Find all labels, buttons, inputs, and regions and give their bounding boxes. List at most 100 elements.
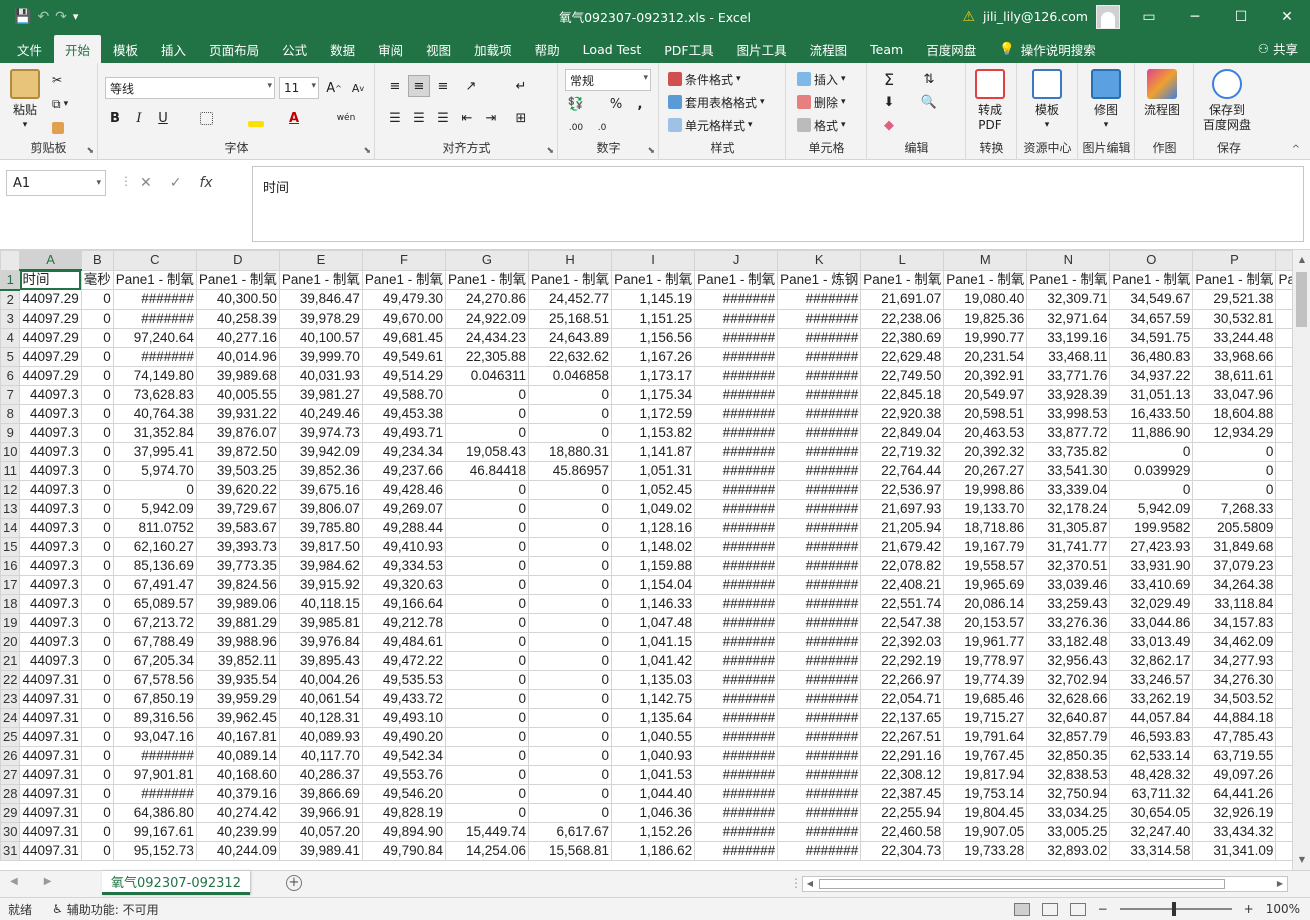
cell[interactable]: 0 xyxy=(80,346,114,367)
cell[interactable]: 0 xyxy=(528,498,613,519)
cell[interactable]: 40,061.54 xyxy=(278,688,363,709)
cell[interactable]: 40,031.93 xyxy=(278,365,363,386)
cell[interactable]: 39,989.41 xyxy=(278,840,363,861)
cell[interactable]: 46,593.83 xyxy=(1109,726,1194,747)
cell[interactable]: 0 xyxy=(80,821,114,842)
sheet-tab[interactable]: 氧气092307-092312 xyxy=(102,871,250,895)
cell[interactable]: 31,051.13 xyxy=(1109,384,1194,405)
cell[interactable]: 37,079.23 xyxy=(1192,555,1277,576)
cell[interactable]: ####### xyxy=(777,498,862,519)
zoom-slider[interactable] xyxy=(1119,902,1232,916)
cell[interactable]: 49,514.29 xyxy=(361,365,446,386)
cell[interactable]: ####### xyxy=(694,441,779,462)
cell[interactable]: 1,052.45 xyxy=(611,479,696,500)
cell[interactable]: 0 xyxy=(528,707,613,728)
cell[interactable]: 22,719.32 xyxy=(860,441,945,462)
cell[interactable]: 40,167.81 xyxy=(195,726,280,747)
cell[interactable]: 49,453.38 xyxy=(361,403,446,424)
cell[interactable]: 483.8337 xyxy=(1275,289,1292,310)
align-top-icon[interactable]: ≡ xyxy=(384,75,406,97)
cell[interactable]: 44097.3 xyxy=(19,536,82,557)
cell[interactable]: 0 xyxy=(528,631,613,652)
cell[interactable]: 27,423.93 xyxy=(1109,536,1194,557)
cell[interactable]: 0.039929 xyxy=(1109,460,1194,481)
vertical-scrollbar[interactable]: ▲ ▼ xyxy=(1292,250,1310,870)
cell[interactable]: ####### xyxy=(694,479,779,500)
cell[interactable]: 39,988.96 xyxy=(195,631,280,652)
cell[interactable]: 44097.29 xyxy=(19,346,82,367)
cell[interactable]: 44097.3 xyxy=(19,574,82,595)
cell[interactable]: 1,151.25 xyxy=(611,308,696,329)
cell[interactable]: 99,167.61 xyxy=(112,821,197,842)
cell[interactable]: ####### xyxy=(777,612,862,633)
cell[interactable]: 65,089.57 xyxy=(112,593,197,614)
cell[interactable]: ####### xyxy=(777,327,862,348)
cell[interactable]: 39,852.11 xyxy=(195,650,280,671)
cell[interactable]: ####### xyxy=(777,669,862,690)
cell[interactable]: ####### xyxy=(777,384,862,405)
cell[interactable]: 44097.3 xyxy=(19,650,82,671)
cell[interactable]: 32,926.19 xyxy=(1192,802,1277,823)
cell[interactable]: 34,157.83 xyxy=(1192,612,1277,633)
cell[interactable]: 39,872.50 xyxy=(195,441,280,462)
retouch-button[interactable]: 修图 ▾ xyxy=(1091,69,1121,133)
cell[interactable]: 67,491.47 xyxy=(112,574,197,595)
cell[interactable]: 506.7982 xyxy=(1275,574,1292,595)
close-button[interactable]: ✕ xyxy=(1264,0,1310,33)
cell[interactable]: 502.072 xyxy=(1275,745,1292,766)
cell[interactable]: 0 xyxy=(444,555,530,576)
cell[interactable]: 40,089.93 xyxy=(278,726,363,747)
cell[interactable]: ####### xyxy=(777,783,862,804)
cell[interactable]: 33,118.84 xyxy=(1192,593,1277,614)
tab-13[interactable]: 图片工具 xyxy=(726,35,798,63)
cell[interactable]: 0 xyxy=(528,802,613,823)
cell[interactable]: 39,984.62 xyxy=(278,555,363,576)
cell[interactable]: 34,277.93 xyxy=(1192,650,1277,671)
cell[interactable]: 32,862.17 xyxy=(1109,650,1194,671)
cell[interactable]: 40,089.14 xyxy=(195,745,280,766)
cell[interactable]: 0 xyxy=(528,745,613,766)
cell[interactable]: Pane1 - 制氧 xyxy=(694,269,779,290)
cell[interactable]: 0 xyxy=(444,612,530,633)
cell[interactable]: 22,845.18 xyxy=(860,384,945,405)
insert-function-icon[interactable]: fx xyxy=(199,175,212,191)
cell[interactable]: 30,532.81 xyxy=(1192,308,1277,329)
cell[interactable]: ####### xyxy=(694,346,779,367)
cell[interactable]: 467.8856 xyxy=(1275,384,1292,405)
cell[interactable]: Pane1 - 制氧 xyxy=(611,269,696,290)
cell[interactable]: 467.3585 xyxy=(1275,422,1292,443)
row-header[interactable]: 31 xyxy=(0,840,21,861)
accessibility-status[interactable]: ♿ 辅助功能: 不可用 xyxy=(52,901,159,918)
cell[interactable]: 1,146.33 xyxy=(611,593,696,614)
cell[interactable]: 44,057.84 xyxy=(1109,707,1194,728)
cell[interactable]: 1,128.16 xyxy=(611,517,696,538)
column-header[interactable]: G xyxy=(444,250,530,271)
row-header[interactable]: 4 xyxy=(0,327,21,348)
cell[interactable]: Pane1 - 制氧 xyxy=(278,269,363,290)
cell[interactable]: 0.046311 xyxy=(444,365,530,386)
cell[interactable]: 49,166.64 xyxy=(361,593,446,614)
column-header[interactable]: D xyxy=(195,250,280,271)
cell[interactable]: 33,771.76 xyxy=(1026,365,1111,386)
cell[interactable]: 39,785.80 xyxy=(278,517,363,538)
cell[interactable]: Pane1 - 制氧 xyxy=(860,269,945,290)
cell[interactable]: 19,998.86 xyxy=(943,479,1028,500)
cell[interactable]: 0 xyxy=(80,441,114,462)
cell[interactable]: 0 xyxy=(444,631,530,652)
cell[interactable]: 32,857.79 xyxy=(1026,726,1111,747)
zoom-level[interactable]: 100% xyxy=(1266,902,1300,916)
cell[interactable]: 39,620.22 xyxy=(195,479,280,500)
cell[interactable]: 19,804.45 xyxy=(943,802,1028,823)
cell[interactable]: 34,462.09 xyxy=(1192,631,1277,652)
page-layout-view-icon[interactable] xyxy=(1041,902,1058,916)
cell[interactable]: 49,097.26 xyxy=(1192,764,1277,785)
cell[interactable]: ####### xyxy=(777,289,862,310)
cell[interactable]: ####### xyxy=(694,783,779,804)
cell[interactable]: 44097.3 xyxy=(19,460,82,481)
customize-qat-icon[interactable]: ▾ xyxy=(73,10,79,23)
tab-7[interactable]: 审阅 xyxy=(367,35,414,63)
cell[interactable]: 49,288.44 xyxy=(361,517,446,538)
cell[interactable]: 1,175.34 xyxy=(611,384,696,405)
cell[interactable]: 0 xyxy=(1192,441,1277,462)
cell[interactable]: ####### xyxy=(777,422,862,443)
